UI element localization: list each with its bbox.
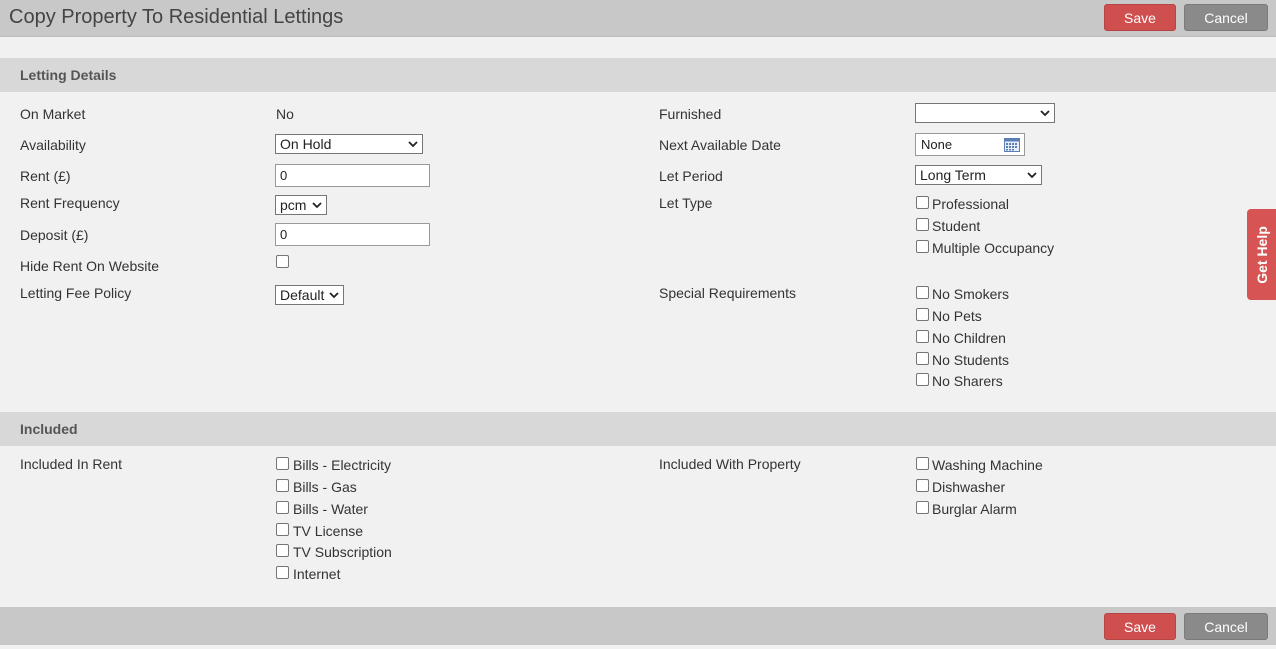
let-type-professional-label: Professional (932, 196, 1010, 212)
section-included: Included (0, 412, 1276, 446)
no-sharers-label: No Sharers (932, 373, 1003, 389)
included-with-property-label: Included With Property (659, 456, 801, 472)
tv-license-label: TV License (293, 523, 364, 539)
letting-fee-policy-select[interactable]: Default (275, 285, 344, 305)
hide-rent-checkbox[interactable] (276, 255, 289, 268)
bills-electricity-checkbox[interactable] (276, 457, 289, 470)
furnished-label: Furnished (659, 106, 722, 122)
let-type-multiple-occupancy-checkbox[interactable] (916, 240, 929, 253)
availability-label: Availability (20, 137, 86, 153)
no-smokers-label: No Smokers (932, 286, 1010, 302)
letting-fee-policy-value: Default (280, 287, 325, 303)
special-requirements-label: Special Requirements (659, 285, 796, 301)
no-students-checkbox[interactable] (916, 352, 929, 365)
next-available-date-label: Next Available Date (659, 137, 781, 153)
no-children-label: No Children (932, 330, 1006, 346)
footer-bar: Save Cancel (0, 607, 1276, 645)
bills-water-checkbox[interactable] (276, 501, 289, 514)
hide-rent-label: Hide Rent On Website (20, 258, 160, 274)
washing-machine-label: Washing Machine (932, 457, 1043, 473)
let-type-student-label: Student (932, 218, 981, 234)
washing-machine-checkbox[interactable] (916, 457, 929, 470)
furnished-select[interactable] (915, 103, 1055, 123)
bills-gas-label: Bills - Gas (293, 479, 357, 495)
deposit-input[interactable]: 0 (275, 223, 430, 246)
rent-frequency-label: Rent Frequency (20, 195, 120, 211)
rent-frequency-select[interactable]: pcm (275, 195, 327, 215)
let-type-student-checkbox[interactable] (916, 218, 929, 231)
rent-frequency-value: pcm (280, 197, 307, 213)
no-children-checkbox[interactable] (916, 330, 929, 343)
burglar-alarm-label: Burglar Alarm (932, 501, 1017, 517)
letting-fee-policy-label: Letting Fee Policy (20, 285, 132, 301)
footer-cancel-button[interactable]: Cancel (1184, 613, 1268, 640)
deposit-label: Deposit (£) (20, 227, 89, 243)
bills-water-label: Bills - Water (293, 501, 368, 517)
let-type-label: Let Type (659, 195, 713, 211)
section-letting-details: Letting Details (0, 58, 1276, 92)
get-help-tab[interactable]: Get Help (1247, 209, 1276, 300)
internet-checkbox[interactable] (276, 566, 289, 579)
tv-subscription-checkbox[interactable] (276, 544, 289, 557)
dishwasher-checkbox[interactable] (916, 479, 929, 492)
chevron-down-icon (408, 141, 418, 148)
chevron-down-icon (329, 292, 339, 299)
let-type-multiple-occupancy-label: Multiple Occupancy (932, 240, 1055, 256)
chevron-down-icon (1027, 172, 1037, 179)
dishwasher-label: Dishwasher (932, 479, 1006, 495)
cancel-button[interactable]: Cancel (1184, 4, 1268, 31)
availability-select[interactable]: On Hold (275, 134, 423, 154)
rent-input[interactable]: 0 (275, 164, 430, 187)
let-type-professional-checkbox[interactable] (916, 196, 929, 209)
availability-value: On Hold (280, 136, 332, 152)
chevron-down-icon (1040, 110, 1050, 117)
calendar-icon[interactable] (1004, 138, 1020, 152)
no-pets-label: No Pets (932, 308, 982, 324)
burglar-alarm-checkbox[interactable] (916, 501, 929, 514)
let-period-label: Let Period (659, 168, 723, 184)
chevron-down-icon (312, 202, 322, 209)
no-students-label: No Students (932, 352, 1010, 368)
on-market-value: No (276, 106, 294, 122)
included-in-rent-label: Included In Rent (20, 456, 122, 472)
header-bar: Copy Property To Residential Lettings Sa… (0, 0, 1276, 37)
bills-electricity-label: Bills - Electricity (293, 457, 392, 473)
save-button[interactable]: Save (1104, 4, 1176, 31)
page-title: Copy Property To Residential Lettings (9, 6, 344, 28)
let-period-select[interactable]: Long Term (915, 165, 1042, 185)
tv-subscription-label: TV Subscription (293, 544, 392, 560)
let-period-value: Long Term (920, 167, 986, 183)
bills-gas-checkbox[interactable] (276, 479, 289, 492)
internet-label: Internet (293, 566, 341, 582)
rent-label: Rent (£) (20, 168, 71, 184)
tv-license-checkbox[interactable] (276, 523, 289, 536)
on-market-label: On Market (20, 106, 86, 122)
get-help-label: Get Help (1253, 225, 1270, 284)
next-available-date-input[interactable]: None (915, 133, 1025, 156)
no-smokers-checkbox[interactable] (916, 286, 929, 299)
no-pets-checkbox[interactable] (916, 308, 929, 321)
footer-save-button[interactable]: Save (1104, 613, 1176, 640)
next-available-date-value: None (921, 137, 953, 152)
no-sharers-checkbox[interactable] (916, 373, 929, 386)
